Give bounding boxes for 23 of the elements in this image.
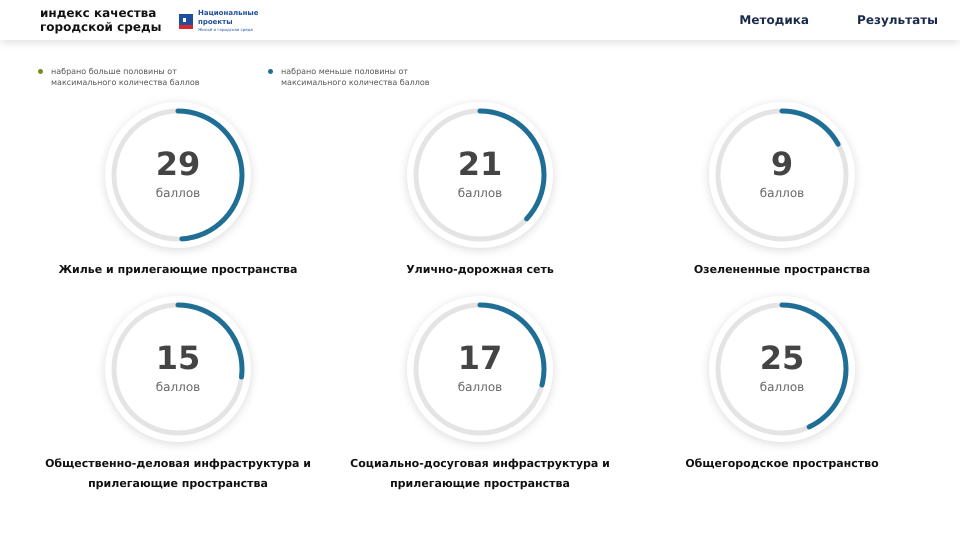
score-value: 9 bbox=[770, 148, 794, 180]
category-label: Озелененные пространства bbox=[692, 262, 872, 278]
score-value: 21 bbox=[458, 148, 502, 180]
score-unit: баллов bbox=[156, 185, 200, 202]
nav-link[interactable]: Методика bbox=[739, 11, 810, 29]
category-label: Общегородское пространство bbox=[684, 456, 880, 472]
score-unit: баллов bbox=[458, 185, 502, 202]
score-value: 25 bbox=[760, 342, 804, 374]
score-unit: баллов bbox=[156, 379, 200, 396]
score-unit: баллов bbox=[458, 379, 502, 396]
score-unit: баллов bbox=[760, 379, 804, 396]
score-unit: баллов bbox=[760, 185, 804, 202]
score-value: 15 bbox=[156, 342, 200, 374]
site-title: индекс качества городской среды bbox=[40, 6, 163, 34]
category-label: Общественно-деловая инфраструктура и прилегающие пространства bbox=[44, 456, 312, 492]
category-label: Жилье и прилегающие пространства bbox=[58, 262, 298, 278]
score-value: 17 bbox=[458, 342, 502, 374]
category-label: Улично-дорожная сеть bbox=[405, 262, 555, 278]
category-label: Социально-досуговая инфраструктура и прилегающие пространства bbox=[349, 456, 611, 492]
score-value: 29 bbox=[156, 148, 200, 180]
legend-label: набрано меньше половины от максимального количества баллов bbox=[281, 66, 430, 88]
legend-label: набрано больше половины от максимального количества баллов bbox=[51, 66, 200, 88]
nav-link[interactable]: Результаты bbox=[857, 11, 938, 29]
